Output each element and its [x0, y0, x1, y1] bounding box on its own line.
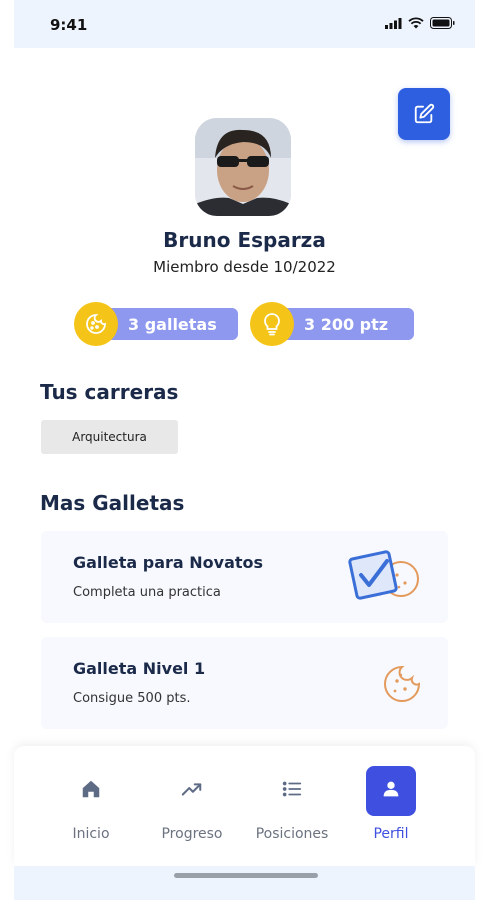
person-icon: [383, 781, 399, 797]
avatar-photo: [195, 118, 291, 216]
phone-screen: 9:41 Bruno Esparza Miembro desde 10/2022…: [14, 0, 475, 900]
home-indicator[interactable]: [174, 873, 318, 878]
points-badge-label: 3 200 ptz: [304, 314, 389, 334]
card-title: Galleta Nivel 1: [73, 659, 206, 678]
bottom-nav: Inicio Progreso Posiciones Perfil: [14, 746, 475, 866]
battery-icon: [430, 17, 455, 29]
member-since: Miembro desde 10/2022: [153, 258, 336, 276]
career-tag[interactable]: Arquitectura: [41, 420, 178, 454]
nav-label: Perfil: [373, 826, 409, 842]
card-title: Galleta para Novatos: [73, 553, 264, 572]
edit-profile-button[interactable]: [398, 88, 450, 140]
lightbulb-icon: [250, 302, 294, 346]
cookies-badge-label: 3 galletas: [128, 314, 217, 334]
status-time: 9:41: [50, 16, 88, 34]
avatar: [195, 118, 291, 216]
nav-item-posiciones[interactable]: Posiciones: [247, 766, 337, 846]
trend-icon: [181, 783, 202, 796]
checkbox-cookie-icon: [348, 550, 419, 600]
signal-icon: [385, 17, 402, 29]
list-icon: [282, 781, 302, 797]
cookie-icon: [384, 665, 421, 702]
cookie-card-novatos[interactable]: Galleta para Novatos Completa una practi…: [41, 531, 448, 623]
nav-item-inicio[interactable]: Inicio: [46, 766, 136, 846]
nav-label: Inicio: [72, 826, 110, 842]
status-icons: [385, 17, 455, 29]
card-description: Consigue 500 pts.: [73, 691, 191, 706]
more-cookies-title: Mas Galletas: [40, 491, 185, 515]
edit-icon: [414, 103, 435, 124]
nav-label: Posiciones: [255, 826, 329, 842]
careers-title: Tus carreras: [40, 380, 179, 404]
nav-label: Progreso: [161, 826, 223, 842]
cookie-card-nivel-1[interactable]: Galleta Nivel 1 Consigue 500 pts.: [41, 637, 448, 729]
cookies-badge: 3 galletas: [100, 308, 238, 340]
home-indicator-area: [14, 866, 475, 900]
home-icon: [82, 780, 100, 798]
profile-name: Bruno Esparza: [163, 228, 326, 252]
nav-item-perfil[interactable]: Perfil: [346, 766, 436, 846]
points-badge: 3 200 ptz: [276, 308, 414, 340]
wifi-icon: [408, 17, 424, 29]
card-description: Completa una practica: [73, 585, 221, 600]
nav-item-progreso[interactable]: Progreso: [147, 766, 237, 846]
cookie-icon: [74, 302, 118, 346]
status-bar: 9:41: [14, 0, 475, 48]
